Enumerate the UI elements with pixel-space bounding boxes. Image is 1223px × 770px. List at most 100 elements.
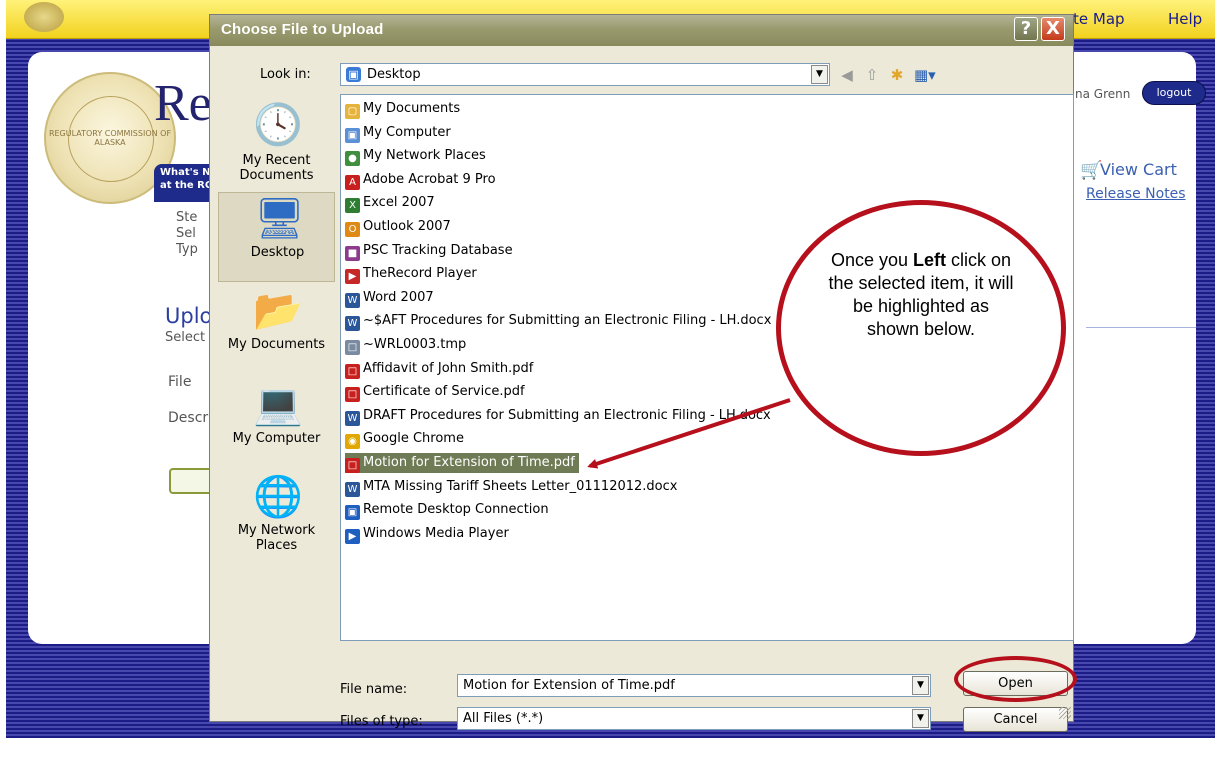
file-list-item[interactable]: W MTA Missing Tariff Sheets Letter_011120… (345, 477, 677, 497)
files-of-type-value: All Files (*.*) (463, 711, 544, 726)
file-list-item-label: Certificate of Service.pdf (363, 384, 525, 400)
chevron-down-icon[interactable]: ▼ (811, 65, 828, 84)
site-map-link[interactable]: te Map (1073, 10, 1125, 28)
file-list-item[interactable]: ● My Network Places (345, 146, 486, 167)
place-label: Desktop (250, 245, 305, 260)
file-list-item[interactable]: ▣ My Computer (345, 123, 451, 143)
file-name-label: File name: (340, 682, 408, 697)
file-list-item[interactable]: ▣ Remote Desktop Connection (345, 500, 549, 521)
file-list-item[interactable]: W Word 2007 (345, 288, 434, 308)
site-title: Re (154, 75, 212, 132)
place-label: My Documents (227, 337, 326, 352)
computer-icon: ▣ (345, 127, 360, 143)
step-item: Typ (176, 242, 198, 257)
desktop-icon: 🖥 (254, 196, 305, 242)
callout-text: Once you Left click on the selected item… (827, 249, 1015, 341)
dialog-titlebar[interactable]: Choose File to Upload ? X (210, 15, 1073, 46)
look-in-dropdown[interactable]: ▣ Desktop ▼ (340, 63, 830, 86)
file-list-item[interactable]: □ ~WRL0003.tmp (345, 335, 466, 355)
file-list-item-label: Google Chrome (363, 431, 464, 447)
file-list-item-label: TheRecord Player (363, 266, 477, 282)
file-list-item-label: Motion for Extension of Time.pdf (363, 455, 575, 470)
close-button[interactable]: X (1041, 17, 1065, 41)
player-icon: ▶ (345, 269, 360, 285)
remote-desktop-icon: ▣ (345, 505, 360, 521)
file-list-item-label: Word 2007 (363, 289, 434, 305)
desktop-icon: ▣ (346, 67, 361, 82)
tmp-file-icon: □ (345, 340, 360, 355)
resize-grip[interactable] (1059, 707, 1071, 719)
place-my-computer[interactable]: 💻 My Computer (218, 379, 335, 469)
up-folder-icon[interactable]: ⇧ (862, 65, 882, 85)
file-list-item-label: My Documents (363, 101, 461, 116)
file-field-label: File (168, 374, 192, 390)
file-list-item-label: ~WRL0003.tmp (363, 337, 467, 352)
word-icon: W (345, 292, 360, 308)
file-name-value: Motion for Extension of Time.pdf (463, 678, 675, 693)
file-list-item-label: PSC Tracking Database (363, 242, 513, 258)
file-list-item[interactable]: ◉ Google Chrome (345, 429, 464, 450)
file-list-item-label: Affidavit of John Smith.pdf (363, 360, 534, 376)
file-list-item[interactable]: □ Motion for Extension of Time.pdf (345, 453, 579, 473)
annotation-callout: Once you Left click on the selected item… (776, 200, 1066, 456)
help-link[interactable]: Help (1168, 10, 1202, 28)
chevron-down-icon[interactable]: ▼ (912, 709, 929, 728)
network-icon: ● (345, 151, 360, 167)
screenshot: te Map Help REGULATORY COMMISSION OF ALA… (0, 0, 1223, 770)
view-cart-link[interactable]: View Cart (1100, 160, 1177, 179)
file-list-item[interactable]: ▶ Windows Media Player (345, 524, 509, 544)
file-list-item-label: Outlook 2007 (363, 219, 451, 234)
files-of-type-select[interactable]: All Files (*.*) ▼ (457, 707, 931, 730)
file-list-item[interactable]: ▶ TheRecord Player (345, 264, 477, 285)
look-in-label: Look in: (260, 67, 311, 82)
file-list-item[interactable]: O Outlook 2007 (345, 217, 451, 237)
new-folder-icon[interactable]: ✱ (887, 65, 907, 85)
callout-prefix: Once you (830, 250, 913, 270)
select-instruction: Select (165, 330, 206, 345)
media-player-icon: ▶ (345, 528, 360, 544)
file-list-item[interactable]: ▢ My Documents (345, 99, 460, 119)
place-my-recent-documents[interactable]: 🕓 My Recent Documents (218, 99, 335, 189)
help-button[interactable]: ? (1014, 17, 1038, 41)
step-item: Ste (176, 210, 198, 225)
file-list-item-label: MTA Missing Tariff Sheets Letter_0111201… (363, 478, 678, 494)
chrome-icon: ◉ (345, 434, 360, 450)
logout-button[interactable]: logout (1142, 81, 1206, 105)
views-menu-icon[interactable]: ▦▾ (914, 65, 936, 85)
open-button-highlight-ring (954, 656, 1077, 702)
cancel-button[interactable]: Cancel (963, 707, 1068, 732)
word-doc-icon: W (345, 316, 360, 332)
user-name: na Grenn (1075, 87, 1131, 101)
step-item: Sel (176, 226, 196, 241)
excel-icon: X (345, 198, 360, 214)
pdf-icon: □ (345, 387, 360, 403)
divider (1086, 327, 1196, 328)
file-list-item[interactable]: W DRAFT Procedures for Submitting an Elec… (345, 406, 771, 426)
file-list-item-label: Windows Media Player (363, 525, 509, 541)
release-notes-link[interactable]: Release Notes (1086, 186, 1186, 202)
dialog-title: Choose File to Upload (221, 21, 384, 38)
place-label: My Computer (232, 431, 321, 446)
file-list-item[interactable]: A Adobe Acrobat 9 Pro (345, 170, 496, 190)
file-list-item-label: ~$AFT Procedures for Submitting an Elect… (363, 313, 772, 329)
file-list-item-label: Adobe Acrobat 9 Pro (363, 171, 496, 187)
file-list-item[interactable]: □ Certificate of Service.pdf (345, 382, 525, 403)
whats-new-line-2: at the RC (160, 180, 213, 191)
word-doc-icon: W (345, 410, 360, 426)
place-desktop[interactable]: 🖥 Desktop (218, 192, 335, 282)
file-list-item[interactable]: X Excel 2007 (345, 193, 435, 214)
files-of-type-label: Files of type: (340, 714, 423, 729)
whats-new-tab[interactable]: What's N at the RC (154, 164, 216, 202)
file-name-input[interactable]: Motion for Extension of Time.pdf ▼ (457, 674, 931, 697)
file-list-item-label: Remote Desktop Connection (363, 502, 549, 518)
place-my-network-places[interactable]: 🌐 My Network Places (218, 471, 335, 561)
chevron-down-icon[interactable]: ▼ (912, 676, 929, 695)
back-icon[interactable]: ◀ (837, 65, 857, 85)
file-list-item[interactable]: □ Affidavit of John Smith.pdf (345, 359, 533, 379)
file-list-item[interactable]: ■ PSC Tracking Database (345, 241, 513, 261)
file-list-item[interactable]: W ~$AFT Procedures for Submitting an Elec… (345, 311, 772, 332)
word-doc-icon: W (345, 481, 360, 497)
pdf-icon: □ (345, 458, 360, 473)
places-bar: 🕓 My Recent Documents 🖥 Desktop 📂 My Doc… (218, 99, 335, 672)
place-my-documents[interactable]: 📂 My Documents (218, 285, 335, 375)
